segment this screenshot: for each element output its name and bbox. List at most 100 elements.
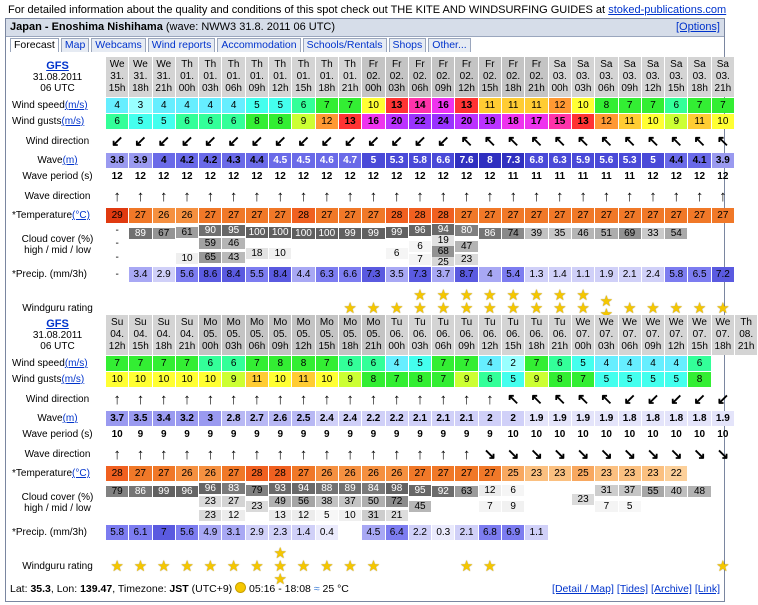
unit-c-link[interactable]: (°C) xyxy=(72,210,90,221)
wave-label: Wave (m) xyxy=(10,153,105,168)
precip-cell: 3.4 xyxy=(129,267,152,282)
direction-arrow-icon: ↑ xyxy=(486,187,494,205)
tab-other[interactable]: Other... xyxy=(428,38,471,52)
wave-period-cell: 12 xyxy=(344,171,356,182)
tab-map[interactable]: Map xyxy=(60,38,90,52)
day-name: Mo xyxy=(203,317,218,328)
direction-arrow-icon: ↑ xyxy=(299,445,308,463)
tab-forecast[interactable]: Forecast xyxy=(10,38,59,52)
day-date: 01. xyxy=(273,71,288,82)
temperature-cell: 23 xyxy=(595,466,618,481)
precip-cell: 6.9 xyxy=(502,525,525,540)
wind-speed-cell: 6 xyxy=(665,98,688,113)
hour: 12h xyxy=(295,341,312,352)
day-name: We xyxy=(715,317,731,328)
tab-wind-reports[interactable]: Wind reports xyxy=(147,38,216,52)
wave-period-row: Wave period (s) 10 9 9 9 9 9 9 9 9 9 9 9 9 9 9 9 9 10 10 10 1… xyxy=(10,427,728,442)
cloud-total: 99 xyxy=(385,226,408,238)
day-name: We xyxy=(575,317,591,328)
wind-gusts-cell: 12 xyxy=(315,114,338,129)
unit-ms-link[interactable]: (m/s) xyxy=(65,358,88,369)
cloud-mid: 13 xyxy=(269,509,292,521)
unit-ms-link[interactable]: (m/s) xyxy=(65,100,88,111)
cloud-total: 99 xyxy=(338,227,362,239)
cloud-row: Cloud cover (%) high / mid / low 79 86 99 96 9… xyxy=(10,482,722,524)
wave-period-cell: 9 xyxy=(207,429,214,440)
wind-gusts-cell: 8 xyxy=(245,114,269,129)
wave-direction-label-text: Wave direction xyxy=(24,190,91,202)
cloud-low: 25 xyxy=(432,257,455,266)
day-name: Su xyxy=(134,317,147,328)
day-date: 03. xyxy=(552,71,567,82)
direction-arrow-icon: ↙ xyxy=(134,133,147,150)
footer-link-detail-map[interactable]: [Detail / Map] xyxy=(552,583,614,595)
direction-arrow-icon: ↑ xyxy=(159,390,168,408)
cloud-cover-cell: 95 45 xyxy=(408,482,432,524)
day-date: 05. xyxy=(273,329,288,340)
unit-c-link[interactable]: (°C) xyxy=(72,468,90,479)
time-header-cell: Sa 03. 00h xyxy=(548,57,571,97)
unit-ms-link[interactable]: (m/s) xyxy=(61,374,84,385)
direction-arrow-icon: ↙ xyxy=(157,133,171,150)
stoked-link[interactable]: stoked-publications.com xyxy=(608,4,726,16)
hour: 12h xyxy=(271,83,289,94)
wind-gusts-cell: 8 xyxy=(688,372,711,387)
wave-period-cell: 9 xyxy=(347,429,353,440)
wave-period-cell: 11 xyxy=(601,171,612,182)
day-name: Sa xyxy=(716,59,729,70)
temperature-cell: 26 xyxy=(338,466,362,481)
day-name: Su xyxy=(111,317,124,328)
footer-link-link[interactable]: [Link] xyxy=(695,583,720,595)
cloud-cover-cell: 89 xyxy=(129,224,152,266)
model-date: 31.08.2011 xyxy=(32,71,83,83)
unit-ms-link[interactable]: (m/s) xyxy=(61,116,84,127)
direction-arrow-icon: ↖ xyxy=(716,133,730,150)
gfs-model-link[interactable]: GFS xyxy=(46,318,69,330)
direction-arrow-icon: ↖ xyxy=(576,391,590,408)
star-icon: ★ xyxy=(343,299,357,317)
day-date: 06. xyxy=(482,329,497,340)
tab-schools-rentals[interactable]: Schools/Rentals xyxy=(302,38,387,52)
star-icon: ★ xyxy=(110,557,124,575)
header-label: GFS 31.08.2011 06 UTC xyxy=(10,57,105,97)
day-name: Fr xyxy=(461,59,472,70)
precip-cell: 8.7 xyxy=(455,267,478,282)
wind-speed-cell: 7 xyxy=(455,356,478,371)
day-date: 01. xyxy=(180,71,194,82)
gfs-model-link[interactable]: GFS xyxy=(46,60,69,72)
unit-m-link[interactable]: (m) xyxy=(63,413,78,424)
unit-m-link[interactable]: (m) xyxy=(63,155,78,166)
tab-shops[interactable]: Shops xyxy=(388,38,427,52)
direction-arrow-icon: ↑ xyxy=(183,445,191,463)
cloud-cover-cell: 86 xyxy=(478,224,502,266)
cloud-label: Cloud cover (%) high / mid / low xyxy=(10,224,105,266)
tab-accommodation[interactable]: Accommodation xyxy=(217,38,301,52)
wind-speed-cell: 4 xyxy=(665,356,688,371)
day-name: Fr xyxy=(415,59,425,70)
wind-speed-cell: 4 xyxy=(199,98,222,113)
tab-webcams[interactable]: Webcams xyxy=(91,38,146,52)
hour: 15h xyxy=(295,83,312,94)
footer-link-archive[interactable]: [Archive] xyxy=(651,583,692,595)
direction-arrow-icon: ↑ xyxy=(136,390,145,408)
hour: 03h xyxy=(574,83,592,94)
hour: 18h xyxy=(504,83,522,94)
time-header-cell: Fr 02. 09h xyxy=(432,57,455,97)
wind-speed-cell: 7 xyxy=(641,98,665,113)
footer-link-tides[interactable]: [Tides] xyxy=(617,583,648,595)
wave-period-cell: 12 xyxy=(321,171,333,182)
wave-cell: 2.1 xyxy=(455,411,478,426)
direction-arrow-icon: ↑ xyxy=(556,187,564,205)
cloud-cover-cell: 94 56 12 xyxy=(292,482,315,524)
cloud-total: 39 xyxy=(525,227,548,239)
wave-cell: 1.8 xyxy=(618,411,641,426)
cloud-cover-cell: 31 7 xyxy=(595,482,618,524)
time-header-cell: Tu 06. 06h xyxy=(432,315,455,355)
day-name: Th xyxy=(344,59,356,70)
wind-gusts-cell: 10 xyxy=(129,372,152,387)
options-link[interactable]: [Options] xyxy=(676,21,720,33)
day-date: 07. xyxy=(646,329,660,340)
wave-cell: 5.8 xyxy=(408,153,432,168)
cloud-cells: - - -89 67 61 10 90 59 65 95 46 43 100 18 100 10 100 100 9… xyxy=(106,224,722,266)
temperature-cell: 27 xyxy=(222,466,245,481)
